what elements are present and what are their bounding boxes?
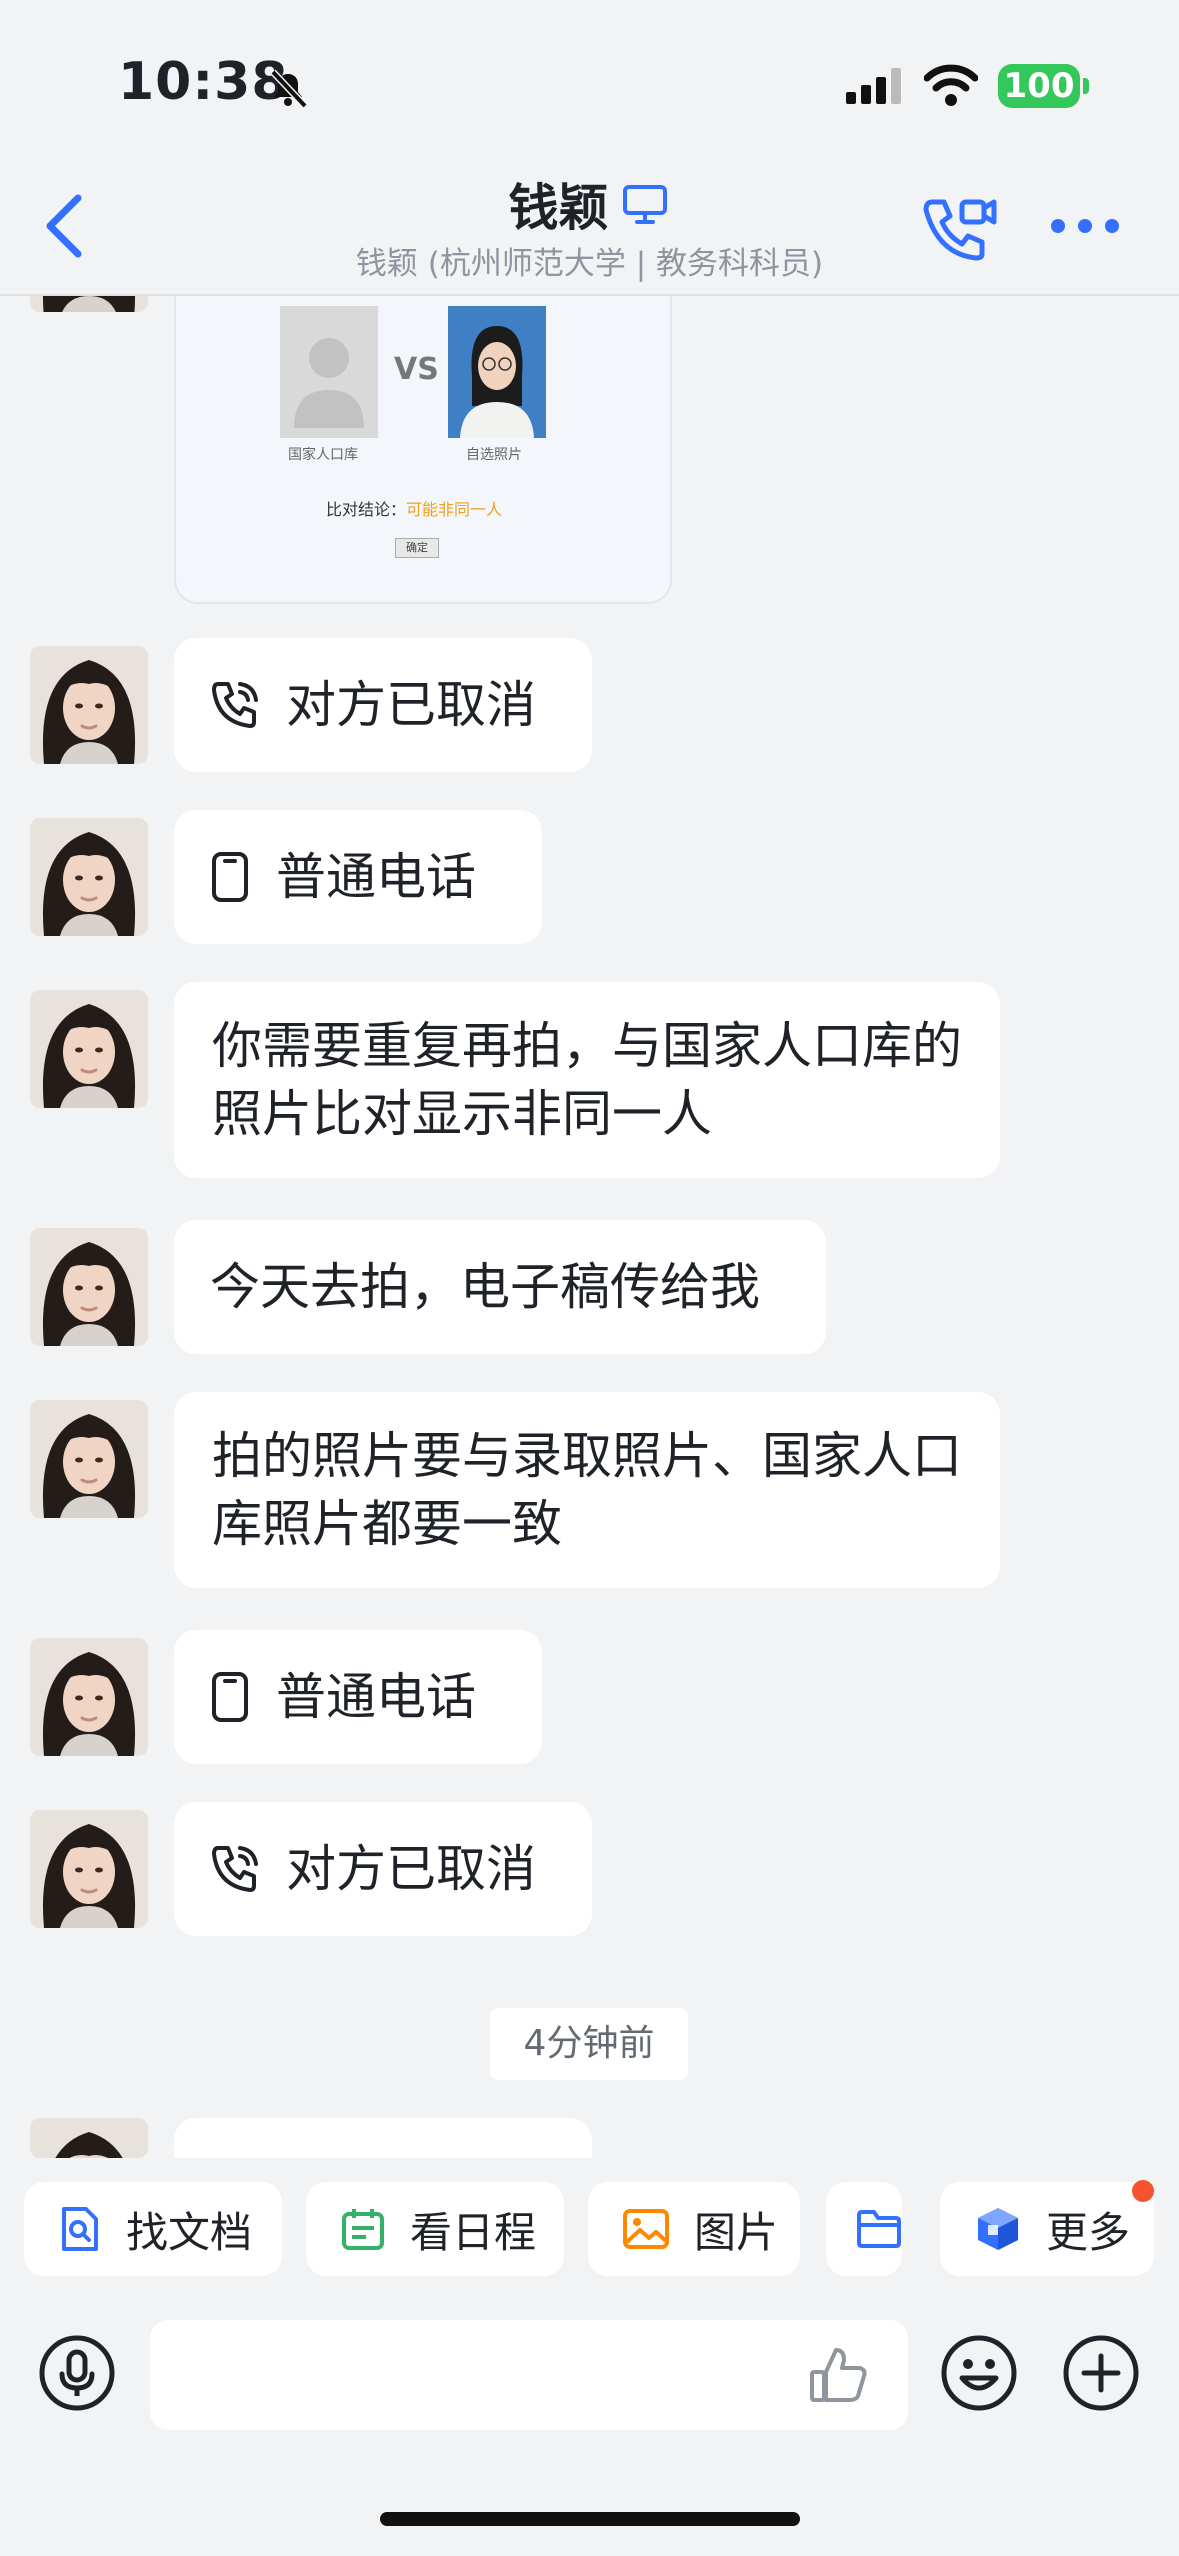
more-options-icon[interactable] — [1050, 218, 1120, 234]
call-record-bubble[interactable]: 普通电话 — [174, 810, 542, 944]
call-cancel-icon — [210, 680, 260, 730]
quick-action-label: 图片 — [694, 2207, 779, 2257]
status-time: 10:38 — [118, 52, 289, 112]
battery-tip — [1083, 78, 1089, 94]
call-record-text: 普通电话 — [276, 848, 476, 906]
cellular-signal-icon — [846, 68, 901, 104]
call-record-text: 普通电话 — [276, 1668, 476, 1726]
message-bubble[interactable] — [174, 2118, 592, 2158]
quick-action-label: 看日程 — [410, 2207, 537, 2257]
message-bubble[interactable]: 今天去拍，电子稿传给我 — [174, 1220, 826, 1354]
avatar[interactable] — [30, 1228, 148, 1346]
message-text: 你需要重复再拍，与国家人口库的照片比对显示非同一人 — [212, 1017, 962, 1143]
placeholder-person-photo — [280, 306, 378, 438]
phone-icon — [210, 851, 250, 903]
cube-icon — [974, 2205, 1022, 2253]
add-attachment-icon[interactable] — [1062, 2334, 1140, 2412]
avatar[interactable] — [30, 1400, 148, 1518]
contact-subtitle: 钱颖 (杭州师范大学 | 教务科科员) — [355, 246, 824, 282]
calendar-icon — [340, 2206, 386, 2252]
message-text: 今天去拍，电子稿传给我 — [210, 1258, 760, 1316]
thumbs-up-icon[interactable] — [808, 2344, 870, 2406]
quick-action-label: 更多 — [1046, 2207, 1131, 2257]
avatar[interactable] — [30, 990, 148, 1108]
time-divider: 4分钟前 — [490, 2008, 688, 2080]
message-bubble[interactable]: 拍的照片要与录取照片、国家人口库照片都要一致 — [174, 1392, 1000, 1588]
quick-action-calendar[interactable]: 看日程 — [306, 2182, 564, 2276]
quick-action-cube[interactable]: 更多 — [940, 2182, 1154, 2276]
selected-photo — [448, 306, 546, 438]
battery-indicator: 100 — [998, 64, 1080, 108]
contact-name-text: 钱颖 — [508, 179, 609, 237]
avatar[interactable] — [30, 818, 148, 936]
notification-dot — [1132, 2180, 1154, 2202]
message-text: 拍的照片要与录取照片、国家人口库照片都要一致 — [212, 1427, 962, 1553]
folder-icon — [856, 2209, 902, 2249]
call-cancel-icon — [210, 1844, 260, 1894]
quick-action-folder[interactable] — [826, 2182, 902, 2276]
emoji-icon[interactable] — [940, 2334, 1018, 2412]
wifi-icon — [924, 64, 978, 106]
compare-result-line: 比对结论：可能非同一人 — [326, 496, 502, 520]
call-record-bubble[interactable]: 对方已取消 — [174, 638, 592, 772]
image-icon — [622, 2208, 670, 2250]
confirm-button: 确定 — [395, 538, 439, 558]
contact-name[interactable]: 钱颖 — [0, 168, 1179, 240]
avatar[interactable] — [30, 646, 148, 764]
message-input[interactable] — [150, 2320, 908, 2430]
call-record-text: 对方已取消 — [286, 676, 536, 734]
desktop-online-icon — [623, 185, 667, 224]
avatar[interactable] — [30, 1810, 148, 1928]
message-bubble[interactable]: 你需要重复再拍，与国家人口库的照片比对显示非同一人 — [174, 982, 1000, 1178]
avatar[interactable] — [30, 1638, 148, 1756]
right-photo-caption: 自选照片 — [466, 447, 522, 463]
doc-search-icon — [58, 2205, 102, 2253]
quick-action-doc-search[interactable]: 找文档 — [24, 2182, 282, 2276]
quick-action-label: 找文档 — [126, 2207, 253, 2257]
call-record-bubble[interactable]: 普通电话 — [174, 1630, 542, 1764]
compare-result-value: 可能非同一人 — [406, 500, 503, 519]
bell-muted-icon — [270, 69, 308, 109]
vs-label: VS — [394, 352, 439, 387]
home-indicator — [380, 2512, 800, 2526]
compare-result-label: 比对结论： — [326, 500, 407, 519]
call-record-text: 对方已取消 — [286, 1840, 536, 1898]
quick-action-image[interactable]: 图片 — [588, 2182, 800, 2276]
left-photo-caption: 国家人口库 — [288, 447, 358, 463]
call-record-bubble[interactable]: 对方已取消 — [174, 1802, 592, 1936]
phone-icon — [210, 1671, 250, 1723]
avatar[interactable] — [30, 2118, 148, 2158]
voice-input-icon[interactable] — [38, 2334, 116, 2412]
video-call-icon[interactable] — [922, 196, 998, 262]
